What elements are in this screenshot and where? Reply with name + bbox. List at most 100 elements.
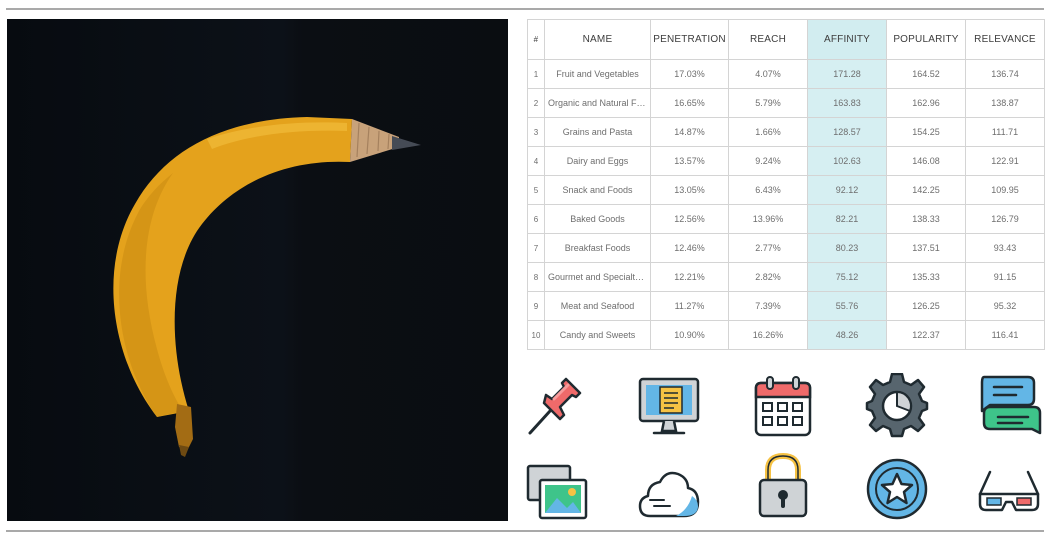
row-affinity: 75.12 — [807, 262, 887, 292]
row-penetration: 11.27% — [650, 291, 729, 321]
table-row[interactable]: 9 Meat and Seafood 11.27% 7.39% 55.76 126.25 9… — [527, 291, 1045, 321]
table-row[interactable]: 10 Candy and Sweets 10.90% 16.26% 48.26 122.3… — [527, 320, 1045, 350]
row-index: 10 — [527, 320, 545, 350]
pictures-icon — [524, 460, 590, 526]
row-affinity: 102.63 — [807, 146, 887, 176]
row-reach: 2.77% — [728, 233, 808, 263]
row-affinity: 171.28 — [807, 59, 887, 89]
row-penetration: 13.57% — [650, 146, 729, 176]
3d-glasses-icon — [976, 460, 1042, 526]
row-relevance: 122.91 — [965, 146, 1045, 176]
table-row[interactable]: 4 Dairy and Eggs 13.57% 9.24% 102.63 146.08 12… — [527, 146, 1045, 176]
table-row[interactable]: 7 Breakfast Foods 12.46% 2.77% 80.23 137.51 93… — [527, 233, 1045, 263]
row-relevance: 109.95 — [965, 175, 1045, 205]
row-popularity: 135.33 — [886, 262, 966, 292]
row-popularity: 162.96 — [886, 88, 966, 118]
row-name: Organic and Natural Fo... — [544, 88, 651, 118]
row-index: 2 — [527, 88, 545, 118]
row-penetration: 12.21% — [650, 262, 729, 292]
row-reach: 1.66% — [728, 117, 808, 147]
row-reach: 16.26% — [728, 320, 808, 350]
table-body: 1 Fruit and Vegetables 17.03% 4.07% 171.28 16… — [527, 59, 1045, 350]
row-affinity: 128.57 — [807, 117, 887, 147]
row-name: Baked Goods — [544, 204, 651, 234]
column-header-affinity[interactable]: AFFINITY — [807, 19, 887, 60]
column-header-popularity[interactable]: POPULARITY — [886, 19, 966, 60]
pushpin-icon — [524, 373, 590, 439]
row-name: Grains and Pasta — [544, 117, 651, 147]
chat-bubbles-icon — [976, 373, 1042, 439]
row-affinity: 80.23 — [807, 233, 887, 263]
row-reach: 4.07% — [728, 59, 808, 89]
banana-pencil-image — [113, 117, 421, 457]
row-index: 4 — [527, 146, 545, 176]
cloud-icon — [636, 460, 702, 526]
row-name: Gourmet and Specialty ... — [544, 262, 651, 292]
row-index: 1 — [527, 59, 545, 89]
row-relevance: 126.79 — [965, 204, 1045, 234]
column-header-name[interactable]: NAME — [544, 19, 651, 60]
row-index: 5 — [527, 175, 545, 205]
table-row[interactable]: 2 Organic and Natural Fo... 16.65% 5.79% 163… — [527, 88, 1045, 118]
data-table: # NAME PENETRATION REACH AFFINITY POPULA… — [527, 19, 1045, 350]
row-penetration: 12.46% — [650, 233, 729, 263]
row-index: 7 — [527, 233, 545, 263]
table-row[interactable]: 8 Gourmet and Specialty ... 12.21% 2.82% 75.… — [527, 262, 1045, 292]
row-relevance: 138.87 — [965, 88, 1045, 118]
row-relevance: 95.32 — [965, 291, 1045, 321]
padlock-icon — [750, 452, 816, 518]
row-penetration: 12.56% — [650, 204, 729, 234]
gear-icon — [864, 373, 930, 439]
table-header-row: # NAME PENETRATION REACH AFFINITY POPULA… — [527, 19, 1045, 60]
row-relevance: 111.71 — [965, 117, 1045, 147]
row-relevance: 136.74 — [965, 59, 1045, 89]
row-reach: 7.39% — [728, 291, 808, 321]
bottom-divider — [6, 530, 1044, 532]
calendar-icon — [750, 373, 816, 439]
row-index: 8 — [527, 262, 545, 292]
row-popularity: 154.25 — [886, 117, 966, 147]
column-header-penetration[interactable]: PENETRATION — [650, 19, 729, 60]
row-affinity: 55.76 — [807, 291, 887, 321]
table-row[interactable]: 3 Grains and Pasta 14.87% 1.66% 128.57 154.25… — [527, 117, 1045, 147]
row-penetration: 14.87% — [650, 117, 729, 147]
row-name: Snack and Foods — [544, 175, 651, 205]
row-popularity: 126.25 — [886, 291, 966, 321]
column-header-index[interactable]: # — [527, 19, 545, 60]
row-relevance: 91.15 — [965, 262, 1045, 292]
row-popularity: 138.33 — [886, 204, 966, 234]
row-index: 3 — [527, 117, 545, 147]
row-affinity: 163.83 — [807, 88, 887, 118]
row-popularity: 142.25 — [886, 175, 966, 205]
row-popularity: 164.52 — [886, 59, 966, 89]
table-row[interactable]: 5 Snack and Foods 13.05% 6.43% 92.12 142.25 10… — [527, 175, 1045, 205]
row-penetration: 17.03% — [650, 59, 729, 89]
row-penetration: 16.65% — [650, 88, 729, 118]
row-popularity: 137.51 — [886, 233, 966, 263]
row-popularity: 146.08 — [886, 146, 966, 176]
row-relevance: 93.43 — [965, 233, 1045, 263]
row-name: Candy and Sweets — [544, 320, 651, 350]
table-row[interactable]: 6 Baked Goods 12.56% 13.96% 82.21 138.33 126.7… — [527, 204, 1045, 234]
row-penetration: 10.90% — [650, 320, 729, 350]
row-popularity: 122.37 — [886, 320, 966, 350]
table-row[interactable]: 1 Fruit and Vegetables 17.03% 4.07% 171.28 16… — [527, 59, 1045, 89]
metrics-table: # NAME PENETRATION REACH AFFINITY POPULA… — [527, 19, 1045, 350]
row-penetration: 13.05% — [650, 175, 729, 205]
top-divider — [6, 8, 1044, 10]
row-reach: 6.43% — [728, 175, 808, 205]
star-badge-icon — [864, 456, 930, 522]
row-affinity: 48.26 — [807, 320, 887, 350]
column-header-relevance[interactable]: RELEVANCE — [965, 19, 1045, 60]
row-affinity: 82.21 — [807, 204, 887, 234]
banana-photo — [7, 19, 508, 521]
row-reach: 13.96% — [728, 204, 808, 234]
monitor-icon — [636, 373, 702, 439]
row-name: Dairy and Eggs — [544, 146, 651, 176]
row-index: 6 — [527, 204, 545, 234]
row-name: Fruit and Vegetables — [544, 59, 651, 89]
column-header-reach[interactable]: REACH — [728, 19, 808, 60]
row-name: Meat and Seafood — [544, 291, 651, 321]
row-index: 9 — [527, 291, 545, 321]
row-name: Breakfast Foods — [544, 233, 651, 263]
